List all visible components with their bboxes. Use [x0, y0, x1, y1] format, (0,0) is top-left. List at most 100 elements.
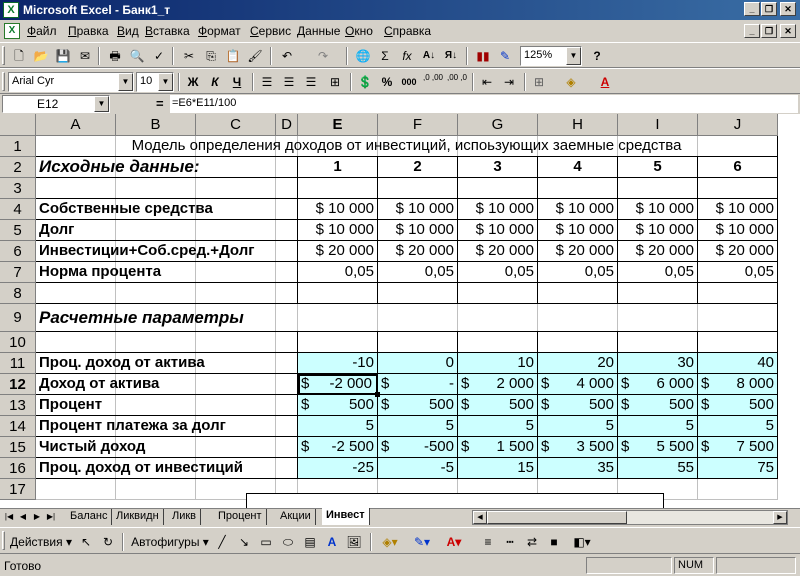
sheet-tab-2[interactable]: Ликвидн: [112, 509, 164, 525]
cell[interactable]: [698, 479, 778, 500]
menu-view[interactable]: Вид: [117, 24, 139, 38]
data-cell[interactable]: 15: [458, 458, 538, 479]
select-objects-icon[interactable]: ↖: [76, 532, 96, 552]
data-cell[interactable]: 20: [538, 353, 618, 374]
sheet-tab-1[interactable]: Баланс: [66, 509, 113, 525]
3d-icon[interactable]: ◧▾: [568, 532, 596, 552]
dash-style-icon[interactable]: ┅: [500, 532, 520, 552]
font-color-icon[interactable]: A▾: [440, 532, 468, 552]
font-color-icon[interactable]: A: [594, 72, 616, 92]
row-header-13[interactable]: 13: [0, 395, 36, 416]
cell[interactable]: [298, 178, 378, 199]
sheet-tab-6[interactable]: Инвест: [322, 508, 370, 525]
data-cell[interactable]: -10: [298, 353, 378, 374]
data-cell[interactable]: $7 500: [698, 437, 778, 458]
data-cell[interactable]: $ 10 000: [298, 199, 378, 220]
spelling-icon[interactable]: ✓: [148, 46, 170, 66]
data-cell[interactable]: 0,05: [538, 262, 618, 283]
bold-button[interactable]: Ж: [182, 72, 204, 92]
doc-minimize-button[interactable]: _: [744, 24, 760, 38]
arrow-icon[interactable]: ↘: [234, 532, 254, 552]
shadow-icon[interactable]: ■: [544, 532, 564, 552]
row-header-14[interactable]: 14: [0, 416, 36, 437]
data-cell[interactable]: $8 000: [698, 374, 778, 395]
cell[interactable]: [458, 332, 538, 353]
data-cell[interactable]: 55: [618, 458, 698, 479]
save-icon[interactable]: 💾: [52, 46, 74, 66]
row-header-1[interactable]: 1: [0, 136, 36, 157]
cell[interactable]: [36, 479, 116, 500]
row-header-8[interactable]: 8: [0, 283, 36, 304]
paste-icon[interactable]: 📋: [222, 46, 244, 66]
print-icon[interactable]: 🖶: [104, 46, 126, 66]
autoshapes-menu[interactable]: Автофигуры ▾: [128, 532, 212, 552]
chevron-down-icon[interactable]: ▼: [118, 73, 133, 91]
data-cell[interactable]: $ -2 500: [298, 437, 378, 458]
column-header-i[interactable]: I: [618, 114, 698, 136]
mail-icon[interactable]: ✉: [74, 46, 96, 66]
open-icon[interactable]: 📂: [30, 46, 52, 66]
cell[interactable]: [378, 283, 458, 304]
redo-icon[interactable]: ↷: [312, 46, 334, 66]
workbook-icon[interactable]: X: [4, 23, 20, 39]
formula-input[interactable]: =E6*E11/100: [170, 95, 798, 113]
data-cell[interactable]: $500: [458, 395, 538, 416]
last-sheet-icon[interactable]: ▶|: [45, 510, 57, 524]
column-header-e[interactable]: E: [298, 114, 378, 136]
data-cell[interactable]: $ 10 000: [378, 199, 458, 220]
sort-ascending-icon[interactable]: A↓: [418, 46, 440, 66]
data-cell[interactable]: $4 000: [538, 374, 618, 395]
data-cell[interactable]: 0,05: [618, 262, 698, 283]
autosum-icon[interactable]: Σ: [374, 46, 396, 66]
data-cell[interactable]: $1 500: [458, 437, 538, 458]
excel-icon[interactable]: X: [3, 2, 19, 18]
next-sheet-icon[interactable]: ▶: [31, 510, 43, 524]
menu-tools[interactable]: Сервис: [250, 24, 291, 38]
period-header[interactable]: 5: [618, 157, 698, 178]
row-header-2[interactable]: 2: [0, 157, 36, 178]
data-cell[interactable]: -5: [378, 458, 458, 479]
data-cell[interactable]: $ 10 000: [458, 220, 538, 241]
cell[interactable]: [298, 283, 378, 304]
data-cell[interactable]: $ 10 000: [538, 199, 618, 220]
cell[interactable]: [116, 479, 196, 500]
data-cell[interactable]: $2 000: [458, 374, 538, 395]
data-cell[interactable]: 0: [378, 353, 458, 374]
row-header-3[interactable]: 3: [0, 178, 36, 199]
sheet-tab-5[interactable]: Акции: [276, 509, 316, 525]
column-header-h[interactable]: H: [538, 114, 618, 136]
new-icon[interactable]: 🗋: [8, 46, 30, 66]
column-header-b[interactable]: B: [116, 114, 196, 136]
column-header-g[interactable]: G: [458, 114, 538, 136]
period-header[interactable]: 1: [298, 157, 378, 178]
embedded-object[interactable]: [246, 493, 664, 508]
line-icon[interactable]: ╱: [212, 532, 232, 552]
data-cell[interactable]: $ 10 000: [698, 220, 778, 241]
doc-restore-button[interactable]: ❐: [761, 24, 777, 38]
data-cell[interactable]: 5: [298, 416, 378, 437]
clipart-icon[interactable]: 🖼: [344, 532, 364, 552]
chart-wizard-icon[interactable]: ▮▮: [472, 46, 494, 66]
arrow-style-icon[interactable]: ⇄: [522, 532, 542, 552]
row-label[interactable]: Процент платежа за долг: [36, 416, 298, 437]
data-cell[interactable]: $500: [538, 395, 618, 416]
horizontal-scrollbar[interactable]: ◀ ▶: [472, 510, 788, 525]
currency-icon[interactable]: 💲: [354, 72, 376, 92]
row-label[interactable]: Проц. доход от инвестиций: [36, 458, 298, 479]
row-header-17[interactable]: 17: [0, 479, 36, 500]
increase-decimal-button[interactable]: ,0 ,00: [422, 72, 444, 92]
column-header-c[interactable]: C: [196, 114, 276, 136]
cell[interactable]: [458, 178, 538, 199]
cell[interactable]: [538, 178, 618, 199]
data-cell[interactable]: 0,05: [698, 262, 778, 283]
formula-equals[interactable]: =: [156, 96, 164, 111]
data-cell[interactable]: $ 10 000: [698, 199, 778, 220]
section-source-data[interactable]: Исходные данные:: [36, 157, 298, 178]
line-style-icon[interactable]: ≡: [478, 532, 498, 552]
fill-handle[interactable]: [375, 392, 380, 397]
row-label[interactable]: Процент: [36, 395, 298, 416]
percent-button[interactable]: %: [376, 72, 398, 92]
data-cell[interactable]: 40: [698, 353, 778, 374]
data-cell[interactable]: $ 20 000: [378, 241, 458, 262]
decrease-indent-icon[interactable]: ⇤: [476, 72, 498, 92]
